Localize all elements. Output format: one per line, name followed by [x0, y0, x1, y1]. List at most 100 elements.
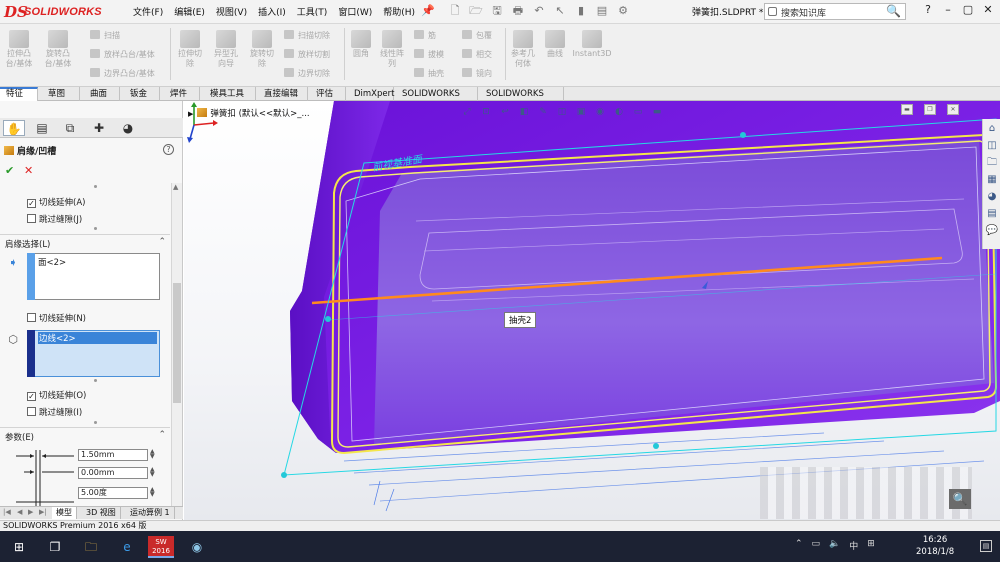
tab-sketch[interactable]: 草图 — [42, 87, 80, 101]
menu-window[interactable]: 窗口(W) — [338, 5, 372, 18]
search-knowledge-base[interactable]: 搜索知识库 🔍 — [764, 3, 906, 20]
view-palette-icon[interactable]: ▦ — [984, 173, 1000, 187]
menu-view[interactable]: 视图(V) — [216, 5, 247, 18]
windows-start-icon[interactable]: ⊞ — [8, 536, 30, 558]
zoom-to-area-icon[interactable]: ⊡ — [479, 106, 493, 118]
edit-appearance-icon[interactable]: ◐ — [612, 106, 626, 118]
viewport-close-button[interactable]: ✕ — [947, 104, 959, 115]
zoom-to-fit-icon[interactable]: ⤢ — [460, 106, 474, 118]
tab-surfaces[interactable]: 曲面 — [84, 87, 120, 101]
tangent-propagation-2-checkbox[interactable]: 切线延伸(N) — [27, 312, 86, 324]
menu-file[interactable]: 文件(F) — [133, 5, 163, 18]
hide-show-items-icon[interactable]: ◉ — [593, 106, 607, 118]
skip-gaps-3-checkbox[interactable]: 跳过缝隙(I) — [27, 406, 82, 418]
spin-buttons[interactable]: ▲ ▼ — [150, 449, 155, 460]
fillet-button[interactable]: 圆角 — [348, 30, 374, 59]
tab-direct-editing[interactable]: 直接编辑 — [258, 87, 308, 101]
help-icon[interactable]: ? — [918, 3, 938, 16]
display-manager-tab-icon[interactable]: ◕ — [117, 120, 139, 136]
tab-features[interactable]: 特征 — [0, 87, 38, 101]
tab-model[interactable]: 模型 — [52, 507, 77, 519]
tab-3d-views[interactable]: 3D 视图 — [82, 507, 121, 519]
zoom-magnifier-icon[interactable]: 🔍 — [949, 489, 971, 509]
tangent-propagation-checkbox[interactable]: ✓ 切线延伸(A) — [27, 196, 85, 208]
hole-wizard-button[interactable]: 异型孔 向导 — [210, 30, 242, 69]
collapse-handle[interactable] — [94, 227, 97, 230]
input-method-icon[interactable]: ⊞ — [867, 539, 875, 552]
viewport-restore-button[interactable]: ❐ — [924, 104, 936, 115]
close-button[interactable]: ✕ — [978, 3, 998, 16]
screenshot-tool-icon[interactable]: ◉ — [186, 536, 208, 558]
search-scope-icon[interactable] — [768, 7, 777, 16]
forum-icon[interactable]: 💬 — [984, 224, 1000, 238]
select-icon[interactable]: ↖ — [551, 2, 569, 20]
model-canvas[interactable] — [184, 101, 1000, 520]
feature-manager-tab-icon[interactable]: ✋ — [3, 120, 25, 136]
skip-gaps-checkbox[interactable]: 跳过缝隙(J) — [27, 213, 82, 225]
appearances-icon[interactable]: ◕ — [984, 190, 1000, 204]
draft-button[interactable]: 拔模 — [414, 49, 444, 60]
minimize-button[interactable]: – — [938, 3, 958, 16]
edge-browser-icon[interactable]: e — [116, 536, 138, 558]
collapse-handle[interactable] — [94, 185, 97, 188]
tab-motion-study[interactable]: 运动算例 1 — [126, 507, 175, 519]
lip-offset-input[interactable]: 0.00mm — [78, 467, 148, 479]
dynamic-annotation-icon[interactable]: ✎ — [536, 106, 550, 118]
reference-geometry-button[interactable]: 参考几 何体 — [508, 30, 538, 69]
custom-properties-icon[interactable]: ▤ — [984, 207, 1000, 221]
new-icon[interactable]: 🗋 — [446, 2, 464, 20]
tray-overflow-icon[interactable]: ⌃ — [795, 539, 803, 552]
menu-tools[interactable]: 工具(T) — [297, 5, 328, 18]
spin-buttons[interactable]: ▲ ▼ — [150, 487, 155, 498]
open-icon[interactable]: 🗁 — [467, 2, 485, 20]
next-tab-icon[interactable]: ▶ — [28, 508, 33, 516]
parameters-header[interactable]: 参数(E) ⌃ — [0, 430, 170, 444]
graphics-area[interactable]: ▶ 弹簧扣 (默认<<默认>_... ⤢ ⊡ ↩ ◧ ✎ ◫ ▣ ◉ ◐ ▭ ▬ … — [184, 101, 1000, 520]
tab-addins[interactable]: SOLIDWORKS 插件 — [396, 87, 478, 113]
curves-button[interactable]: 曲线 — [542, 30, 568, 59]
first-tab-icon[interactable]: |◀ — [3, 508, 11, 516]
file-explorer-taskbar-icon[interactable]: 🗀 — [80, 536, 102, 558]
dimxpert-manager-tab-icon[interactable]: ✚ — [88, 120, 110, 136]
collapse-handle[interactable] — [94, 421, 97, 424]
revolve-cut-button[interactable]: 旋转切 除 — [246, 30, 278, 69]
collapse-handle[interactable] — [94, 379, 97, 382]
ok-button[interactable]: ✔ — [5, 164, 14, 177]
rib-button[interactable]: 筋 — [414, 30, 436, 41]
menu-help[interactable]: 帮助(H) — [383, 5, 415, 18]
extrude-cut-button[interactable]: 拉伸切 除 — [175, 30, 205, 69]
boundary-boss-button[interactable]: 边界凸台/基体 — [90, 68, 155, 79]
task-view-icon[interactable]: ❐ — [44, 536, 66, 558]
shell-button[interactable]: 抽壳 — [414, 68, 444, 79]
undo-icon[interactable]: ↶ — [530, 2, 548, 20]
section-view-icon[interactable]: ◧ — [517, 106, 531, 118]
view-orientation-icon[interactable]: ◫ — [555, 106, 569, 118]
lip-height-input[interactable]: 1.50mm — [78, 449, 148, 461]
print-icon[interactable]: 🖶 — [509, 2, 527, 20]
display-style-icon[interactable]: ▣ — [574, 106, 588, 118]
restore-button[interactable]: ▢ — [958, 3, 978, 16]
sweep-button[interactable]: 扫描 — [90, 30, 120, 41]
help-icon[interactable]: ? — [163, 144, 174, 155]
menu-insert[interactable]: 插入(I) — [258, 5, 286, 18]
tab-mold-tools[interactable]: 模具工具 — [204, 87, 256, 101]
tangent-propagation-3-checkbox[interactable]: ✓ 切线延伸(O) — [27, 389, 86, 401]
design-library-icon[interactable]: ◫ — [984, 139, 1000, 153]
wrap-button[interactable]: 包覆 — [462, 30, 492, 41]
prev-tab-icon[interactable]: ◀ — [17, 508, 22, 516]
options-gear-icon[interactable]: ⚙ — [614, 2, 632, 20]
edge-selection-list[interactable]: 边线<2> — [27, 330, 160, 377]
mirror-button[interactable]: 镜向 — [462, 68, 492, 79]
boundary-cut-button[interactable]: 边界切除 — [284, 68, 330, 79]
solidworks-resources-icon[interactable]: ⌂ — [984, 122, 1000, 136]
lip-selection-header[interactable]: 肩缘选择(L) ⌃ — [0, 237, 170, 251]
face-selection-list[interactable]: 面<2> — [27, 253, 160, 300]
last-tab-icon[interactable]: ▶| — [39, 508, 47, 516]
tab-dimxpert[interactable]: DimXpert — [348, 87, 394, 101]
panel-scrollbar[interactable]: ▲ ▼ — [171, 183, 182, 513]
scroll-thumb[interactable] — [173, 283, 181, 403]
view-settings-icon[interactable]: ▬ — [650, 106, 664, 118]
extrude-boss-button[interactable]: 拉伸凸 台/基体 — [4, 30, 34, 69]
file-properties-icon[interactable]: ▤ — [593, 2, 611, 20]
spin-buttons[interactable]: ▲ ▼ — [150, 467, 155, 478]
